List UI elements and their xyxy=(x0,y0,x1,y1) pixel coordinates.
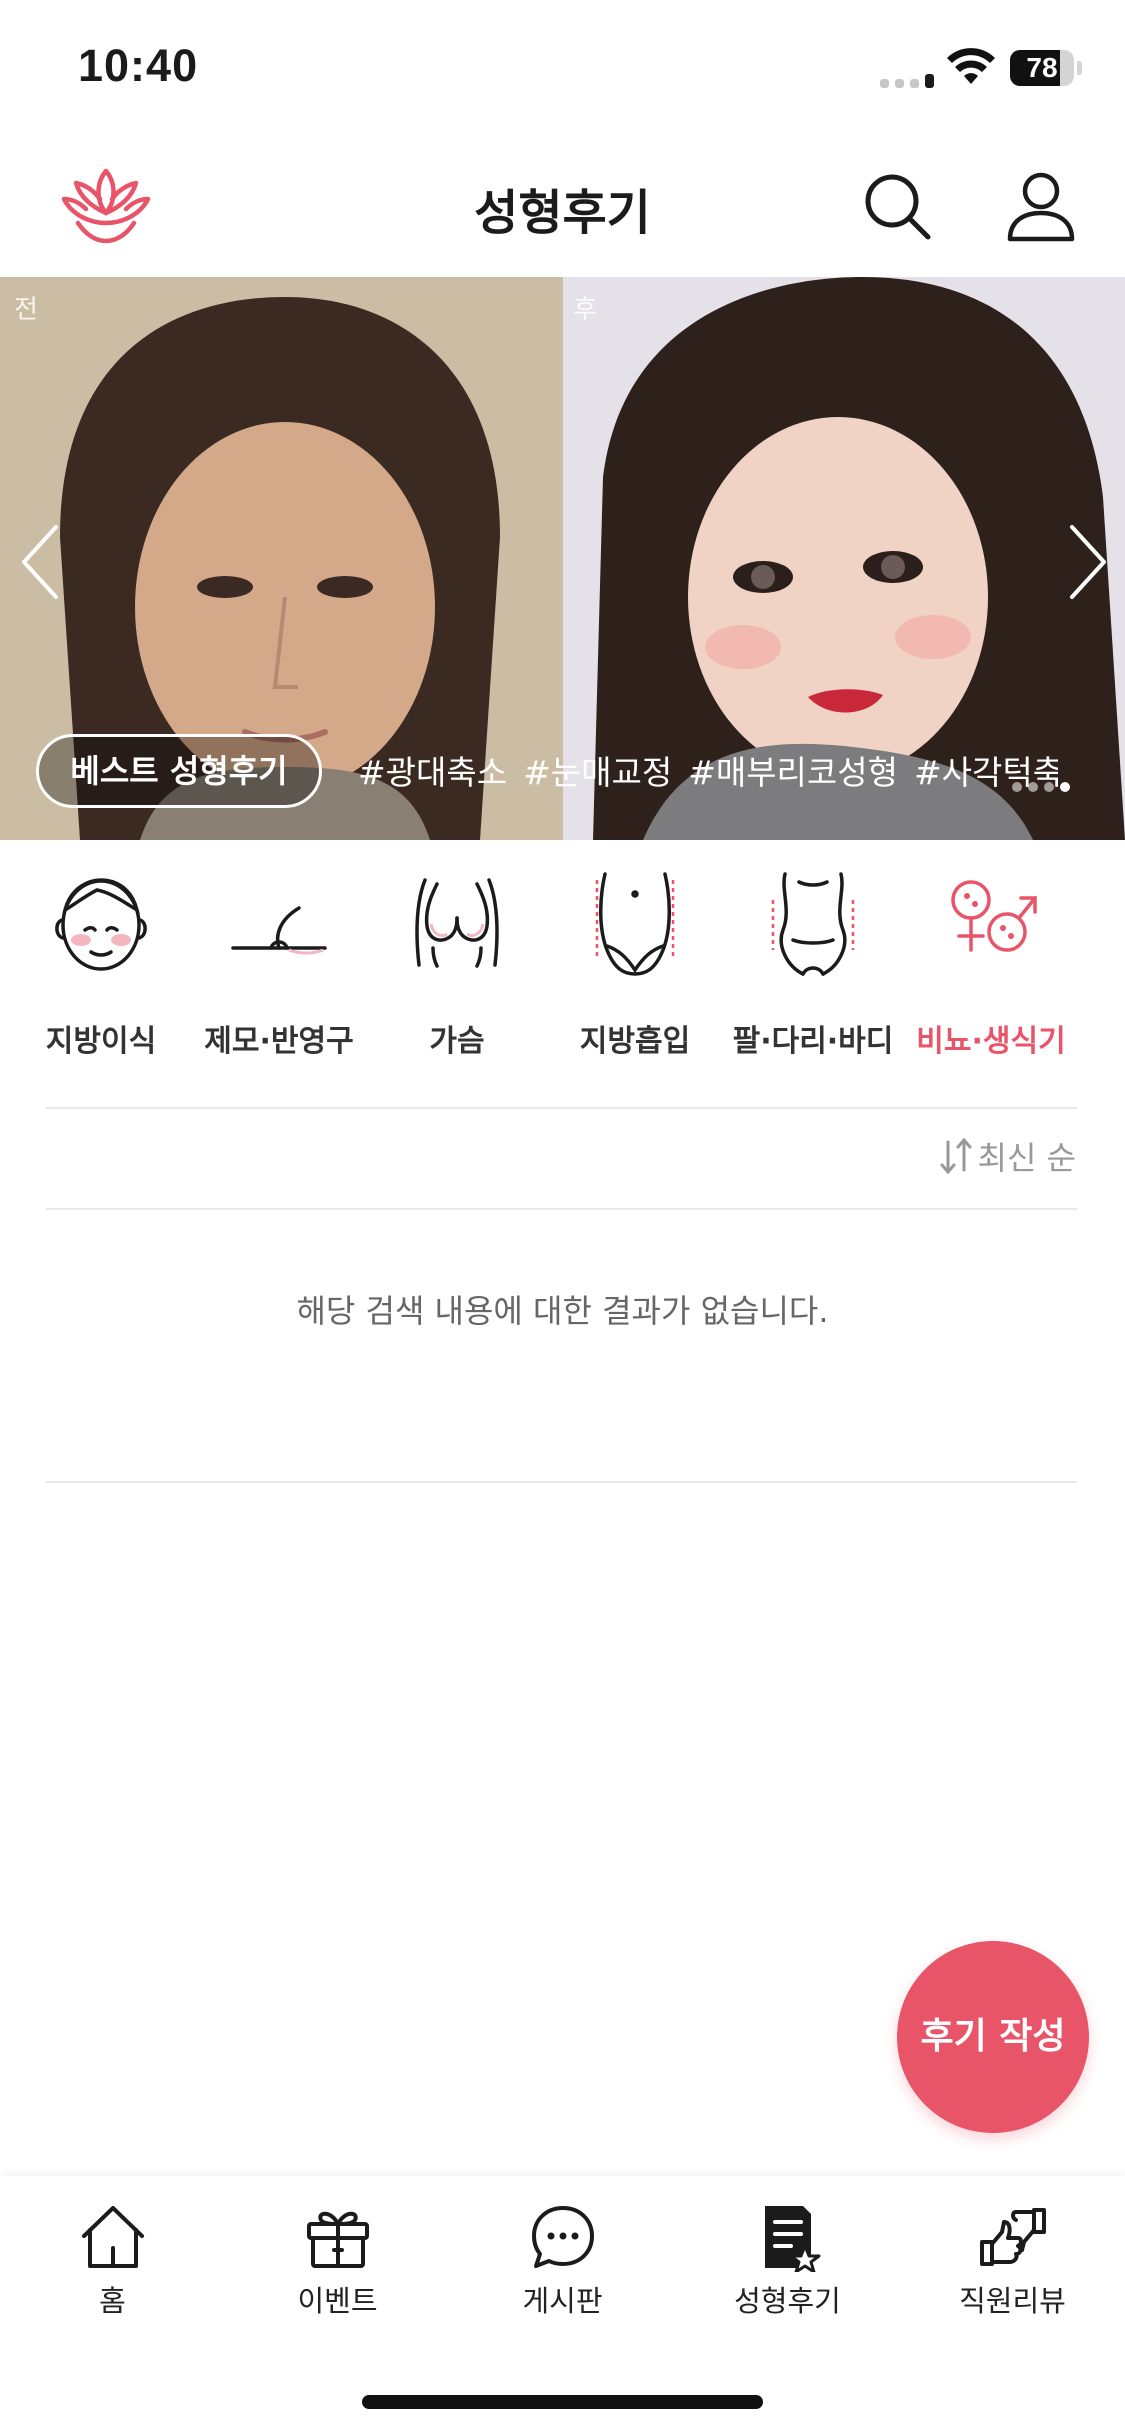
tab-label: 직원리뷰 xyxy=(959,2284,1066,2318)
review-banner-carousel[interactable]: 전 후 베스트 성형후기 #광대축소 #눈매교정 #매부리코성형 #사각턱축소 xyxy=(0,277,1125,840)
sort-label: 최신 순 xyxy=(977,1139,1077,1177)
tab-label: 홈 xyxy=(99,2284,126,2318)
chest-icon xyxy=(415,878,499,968)
gift-icon xyxy=(306,2211,369,2268)
tab-reviews[interactable]: 성형후기 xyxy=(675,2202,900,2322)
category-chest[interactable]: 가슴 xyxy=(368,870,546,1070)
best-reviews-button[interactable]: 베스트 성형후기 xyxy=(36,734,322,808)
carousel-page-indicator xyxy=(1012,782,1070,792)
home-icon xyxy=(81,2206,144,2268)
chat-icon xyxy=(531,2206,594,2268)
search-icon[interactable] xyxy=(862,171,932,241)
hashtag[interactable]: #매부리코성형 xyxy=(688,751,898,801)
cellular-signal-icon xyxy=(880,74,934,88)
category-label: 지방이식 xyxy=(45,1024,157,1059)
home-indicator xyxy=(362,2395,763,2409)
before-label: 전 xyxy=(14,295,38,325)
tab-label: 이벤트 xyxy=(297,2284,378,2318)
sort-icon xyxy=(940,1138,971,1174)
category-label: 팔·다리·바디 xyxy=(732,1024,894,1059)
battery-icon: 78 xyxy=(1010,50,1074,86)
tab-label: 성형후기 xyxy=(734,2284,841,2318)
chevron-right-icon[interactable] xyxy=(1056,517,1116,607)
hashtag[interactable]: #사각턱축소 xyxy=(914,751,1058,801)
empty-result-message: 해당 검색 내용에 대한 결과가 없습니다. xyxy=(296,1292,829,1330)
category-label: 비뇨·생식기 xyxy=(916,1024,1066,1059)
divider xyxy=(46,1208,1077,1210)
category-label: 가슴 xyxy=(429,1024,485,1059)
body-icon xyxy=(771,872,855,976)
status-bar: 10:40 78 xyxy=(0,0,1125,135)
review-doc-icon xyxy=(764,2206,820,2272)
category-list: 지방이식 제모·반영구 가슴 지방흡입 팔·다리·바디 비뇨·생식기 xyxy=(0,870,1125,1070)
chevron-left-icon[interactable] xyxy=(12,517,72,607)
tab-label: 게시판 xyxy=(522,2284,603,2318)
category-label: 제모·반영구 xyxy=(204,1024,354,1059)
divider xyxy=(46,1107,1077,1109)
divider xyxy=(46,1481,1077,1483)
category-body[interactable]: 팔·다리·바디 xyxy=(724,870,902,1070)
category-label: 지방흡입 xyxy=(579,1024,691,1059)
category-liposuction[interactable]: 지방흡입 xyxy=(546,870,724,1070)
category-urology[interactable]: 비뇨·생식기 xyxy=(902,870,1080,1070)
face-icon xyxy=(55,878,147,971)
hashtag-list: #광대축소 #눈매교정 #매부리코성형 #사각턱축소 xyxy=(358,751,1058,801)
category-fat-graft[interactable]: 지방이식 xyxy=(12,870,190,1070)
hashtag[interactable]: #눈매교정 xyxy=(523,751,672,801)
liposuction-icon xyxy=(595,872,675,976)
status-time: 10:40 xyxy=(78,40,199,91)
user-icon[interactable] xyxy=(1004,169,1078,243)
category-hair-removal[interactable]: 제모·반영구 xyxy=(190,870,368,1070)
thumbs-icon xyxy=(979,2208,1046,2266)
tab-events[interactable]: 이벤트 xyxy=(225,2202,450,2322)
page-dot xyxy=(1028,782,1038,792)
page-dot xyxy=(1012,782,1022,792)
write-review-button[interactable]: 후기 작성 xyxy=(897,1941,1089,2133)
tab-staff-reviews[interactable]: 직원리뷰 xyxy=(900,2202,1125,2322)
page-dot xyxy=(1044,782,1054,792)
tab-home[interactable]: 홈 xyxy=(0,2202,225,2322)
battery-level: 78 xyxy=(1026,52,1058,83)
urology-icon xyxy=(951,880,1037,952)
app-header: 성형후기 xyxy=(0,135,1125,277)
page-title: 성형후기 xyxy=(474,185,651,241)
tab-board[interactable]: 게시판 xyxy=(450,2202,675,2322)
wifi-icon xyxy=(947,48,995,84)
sort-button[interactable]: 최신 순 xyxy=(938,1134,1077,1178)
hashtag[interactable]: #광대축소 xyxy=(358,751,507,801)
hair-removal-icon xyxy=(231,906,327,955)
page-dot-active xyxy=(1060,782,1070,792)
after-label: 후 xyxy=(573,295,597,325)
